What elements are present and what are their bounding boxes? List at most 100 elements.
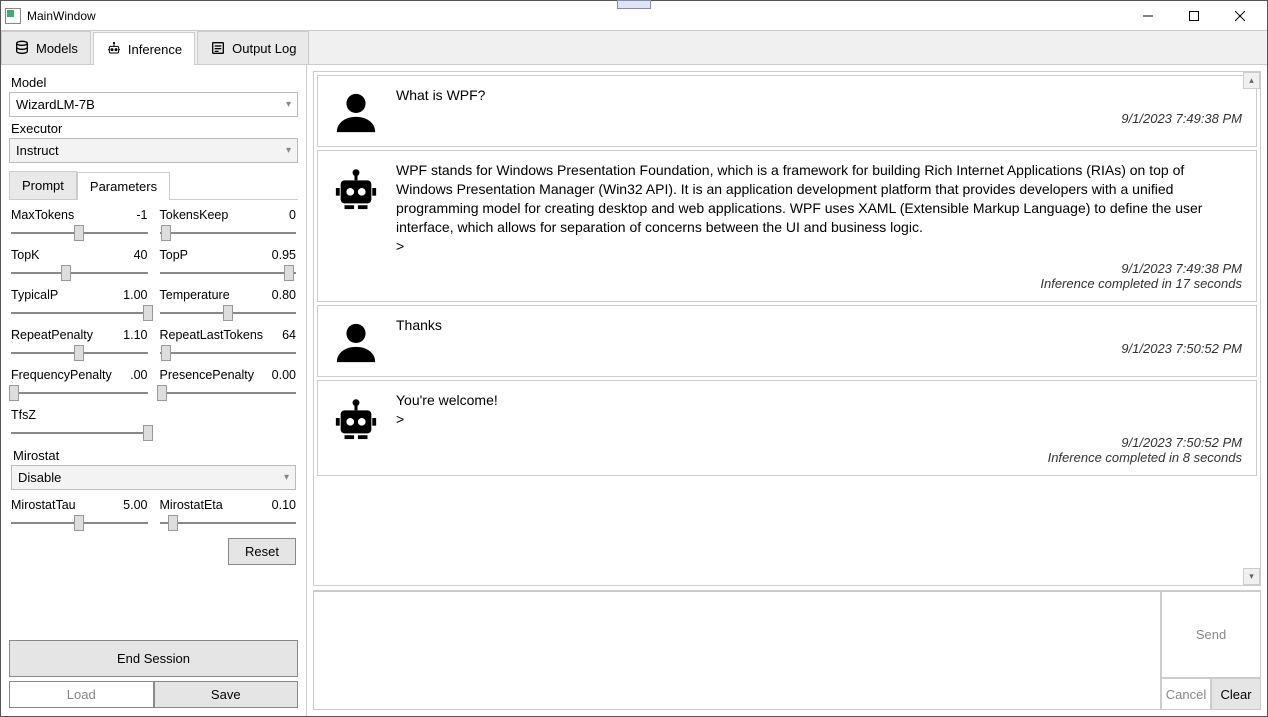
topp-slider[interactable] xyxy=(160,264,297,282)
message-timestamp: 9/1/2023 7:49:38 PMInference completed i… xyxy=(396,261,1242,291)
typicalp-value: 1.00 xyxy=(123,288,147,302)
log-icon xyxy=(210,40,226,56)
composer: Send Cancel Clear xyxy=(313,590,1261,710)
load-button[interactable]: Load xyxy=(9,681,154,708)
chevron-down-icon: ▾ xyxy=(284,472,289,483)
topk-slider[interactable] xyxy=(11,264,148,282)
frequencypenalty-value: .00 xyxy=(130,368,147,382)
mirostattau-label: MirostatTau xyxy=(11,498,76,512)
user-avatar-icon xyxy=(332,316,380,366)
tab-output-log-label: Output Log xyxy=(232,41,296,56)
inference-duration: Inference completed in 17 seconds xyxy=(396,276,1242,291)
user-message: What is WPF? 9/1/2023 7:49:38 PM xyxy=(317,75,1257,147)
message-text: You're welcome! > xyxy=(396,391,1242,429)
topp-label: TopP xyxy=(160,248,189,262)
repeatlasttokens-slider[interactable] xyxy=(160,344,297,362)
save-button[interactable]: Save xyxy=(154,681,299,708)
typicalp-slider[interactable] xyxy=(11,304,148,322)
frequencypenalty-label: FrequencyPenalty xyxy=(11,368,112,382)
repeatlasttokens-label: RepeatLastTokens xyxy=(160,328,264,342)
repeatlasttokens-value: 64 xyxy=(282,328,296,342)
mirostat-select[interactable]: Disable ▾ xyxy=(11,465,296,490)
message-text: WPF stands for Windows Presentation Foun… xyxy=(396,161,1242,255)
presencepenalty-label: PresencePenalty xyxy=(160,368,255,382)
scroll-up-button[interactable]: ▴ xyxy=(1243,72,1260,89)
user-avatar-icon xyxy=(332,86,380,136)
maximize-button[interactable] xyxy=(1171,2,1217,30)
mirostattau-value: 5.00 xyxy=(123,498,147,512)
tfsz-label: TfsZ xyxy=(11,408,36,422)
chevron-down-icon: ▾ xyxy=(286,145,291,156)
tokenskeep-slider[interactable] xyxy=(160,224,297,242)
message-timestamp: 9/1/2023 7:50:52 PMInference completed i… xyxy=(396,435,1242,465)
end-session-button[interactable]: End Session xyxy=(9,640,298,677)
mirostat-value: Disable xyxy=(18,470,61,485)
maxtokens-label: MaxTokens xyxy=(11,208,74,222)
temperature-slider[interactable] xyxy=(160,304,297,322)
executor-select[interactable]: Instruct ▾ xyxy=(9,138,298,163)
scroll-down-button[interactable]: ▾ xyxy=(1243,568,1260,585)
topk-label: TopK xyxy=(11,248,40,262)
reset-button[interactable]: Reset xyxy=(228,538,296,565)
mirostat-label: Mirostat xyxy=(13,448,296,463)
message-text: Thanks xyxy=(396,316,1242,335)
subtab-prompt[interactable]: Prompt xyxy=(9,171,77,199)
model-label: Model xyxy=(11,75,298,90)
bot-message: WPF stands for Windows Presentation Foun… xyxy=(317,150,1257,302)
executor-label: Executor xyxy=(11,121,298,136)
repeatpenalty-value: 1.10 xyxy=(123,328,147,342)
send-button[interactable]: Send xyxy=(1161,591,1261,678)
main-tabstrip: Models Inference Output Log xyxy=(1,31,1267,65)
maxtokens-slider[interactable] xyxy=(11,224,148,242)
clear-button[interactable]: Clear xyxy=(1211,678,1261,710)
app-icon xyxy=(5,8,21,24)
cancel-button[interactable]: Cancel xyxy=(1161,678,1211,710)
bot-avatar-icon xyxy=(332,161,380,291)
presencepenalty-slider[interactable] xyxy=(160,384,297,402)
window-title: MainWindow xyxy=(27,9,1125,23)
database-icon xyxy=(14,40,30,56)
close-button[interactable] xyxy=(1217,2,1263,30)
temperature-label: Temperature xyxy=(160,288,230,302)
tab-models[interactable]: Models xyxy=(1,31,91,64)
bot-message: You're welcome! > 9/1/2023 7:50:52 PMInfe… xyxy=(317,380,1257,476)
tokenskeep-label: TokensKeep xyxy=(160,208,229,222)
message-timestamp: 9/1/2023 7:50:52 PM xyxy=(396,341,1242,356)
sidebar: Model WizardLM-7B ▾ Executor Instruct ▾ … xyxy=(1,65,307,716)
temperature-value: 0.80 xyxy=(272,288,296,302)
repeatpenalty-slider[interactable] xyxy=(11,344,148,362)
presencepenalty-value: 0.00 xyxy=(272,368,296,382)
topp-value: 0.95 xyxy=(272,248,296,262)
mirostateta-slider[interactable] xyxy=(160,514,297,532)
maxtokens-value: -1 xyxy=(136,208,147,222)
topk-value: 40 xyxy=(134,248,148,262)
chat-log: ▴ ▾ What is WPF? 9/1/2023 7:49:38 PM WPF s… xyxy=(313,71,1261,586)
frequencypenalty-slider[interactable] xyxy=(11,384,148,402)
repeatpenalty-label: RepeatPenalty xyxy=(11,328,93,342)
model-select[interactable]: WizardLM-7B ▾ xyxy=(9,92,298,117)
parameters-panel: MaxTokens-1 TokensKeep0 TopK40 TopP0.95 … xyxy=(9,200,298,632)
user-message: Thanks 9/1/2023 7:50:52 PM xyxy=(317,305,1257,377)
robot-icon xyxy=(106,41,122,57)
chevron-down-icon: ▾ xyxy=(286,99,291,110)
typicalp-label: TypicalP xyxy=(11,288,58,302)
tab-inference[interactable]: Inference xyxy=(93,32,195,65)
mirostateta-label: MirostatEta xyxy=(160,498,223,512)
tab-inference-label: Inference xyxy=(128,42,182,57)
subtab-parameters[interactable]: Parameters xyxy=(77,172,170,200)
tokenskeep-value: 0 xyxy=(289,208,296,222)
executor-value: Instruct xyxy=(16,143,59,158)
tab-output-log[interactable]: Output Log xyxy=(197,31,309,64)
tfsz-slider[interactable] xyxy=(11,424,148,442)
window-drag-handle[interactable] xyxy=(617,0,651,9)
mirostattau-slider[interactable] xyxy=(11,514,148,532)
mirostateta-value: 0.10 xyxy=(272,498,296,512)
model-value: WizardLM-7B xyxy=(16,97,95,112)
inference-duration: Inference completed in 8 seconds xyxy=(396,450,1242,465)
message-text: What is WPF? xyxy=(396,86,1242,105)
message-timestamp: 9/1/2023 7:49:38 PM xyxy=(396,111,1242,126)
message-input[interactable] xyxy=(313,591,1161,710)
bot-avatar-icon xyxy=(332,391,380,465)
tab-models-label: Models xyxy=(36,41,78,56)
minimize-button[interactable] xyxy=(1125,2,1171,30)
